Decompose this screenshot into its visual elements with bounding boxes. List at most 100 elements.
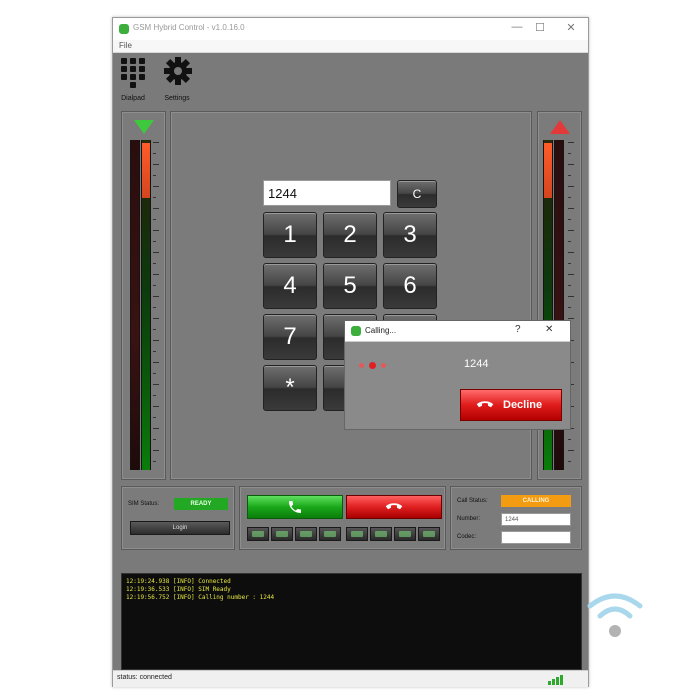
dialog-title-bar: Calling... ? ✕ [345,321,570,342]
mini-key-7[interactable] [394,527,416,541]
phone-app-icon [351,326,361,336]
log-line: 12:19:56.752 [INFO] Calling number : 124… [126,594,275,601]
key-1[interactable]: 1 [263,212,317,258]
sim-status-badge: READY [174,498,228,510]
call-number-field: 1244 [501,513,571,526]
key-3[interactable]: 3 [383,212,437,258]
call-status-panel: Call Status: CALLING Number: 1244 Codec: [450,486,582,550]
mini-key-1[interactable] [247,527,269,541]
meter-tick [153,252,159,253]
hangup-icon [385,503,403,510]
codec-label: Codec: [457,534,477,540]
meter-tick [568,153,571,154]
number-label: Number: [457,516,481,522]
key-6[interactable]: 6 [383,263,437,309]
window-title: GSM Hybrid Control - v1.0.16.0 [133,23,245,32]
key-7[interactable]: 7 [263,314,317,360]
input-level-panel [121,111,166,480]
minimize-button[interactable]: — [509,21,525,33]
calling-dialog: Calling... ? ✕ 1244 Decline [344,320,571,430]
close-button[interactable]: ✕ [563,21,579,34]
meter-tick [568,208,574,209]
mini-key-2[interactable] [271,527,293,541]
menu-file[interactable]: File [119,41,132,50]
mini-key-3[interactable] [295,527,317,541]
meter-tick [153,219,156,220]
codec-field [501,531,571,544]
meter-tick [568,175,571,176]
settings-button[interactable]: Settings [157,56,197,102]
log-line: 12:19:24.938 [INFO] Connected [126,578,231,585]
dialog-close-button[interactable]: ✕ [545,324,553,335]
mini-key-4[interactable] [319,527,341,541]
call-buttons-panel [239,486,446,550]
key-5[interactable]: 5 [323,263,377,309]
meter-tick [568,230,574,231]
keypad-icon [121,58,145,88]
call-status-label: Call Status: [457,498,488,504]
maximize-button[interactable]: ☐ [532,21,548,34]
meter-tick [153,417,156,418]
meter-tick [153,274,159,275]
settings-label: Settings [164,95,190,102]
mini-key-6[interactable] [370,527,392,541]
arrow-up-icon [550,120,570,134]
meter-tick [568,285,571,286]
meter-tick [153,142,159,143]
log-line: 12:19:36.533 [INFO] SIM Ready [126,586,231,593]
meter-tick [568,263,571,264]
key-4[interactable]: 4 [263,263,317,309]
meter-tick [568,318,574,319]
meter-tick [153,186,159,187]
meter-tick [153,285,156,286]
meter-tick [153,241,156,242]
meter-tick [153,428,159,429]
login-button[interactable]: Login [130,521,230,535]
status-bar: status: connected [113,670,588,687]
title-bar: GSM Hybrid Control - v1.0.16.0 — ☐ ✕ [113,18,588,40]
menu-bar: File [113,40,588,53]
meter-tick [153,395,156,396]
key-star[interactable]: * [263,365,317,411]
meter-tick [568,439,571,440]
input-level-meter-right [141,140,151,470]
meter-tick [568,461,571,462]
dialog-title: Calling... [365,326,397,335]
meter-tick [153,164,159,165]
meter-tick [568,296,574,297]
input-level-meter [130,140,140,470]
clear-button[interactable]: C [397,180,437,208]
meter-tick [568,186,574,187]
signal-icon [548,675,563,685]
meter-tick [153,340,159,341]
meter-tick [153,406,159,407]
meter-tick [153,318,159,319]
dialog-number: 1244 [464,358,489,370]
meter-tick [153,296,159,297]
sim-status-label: SIM Status: [128,501,160,507]
gear-icon [164,57,192,85]
meter-tick [153,307,156,308]
help-button[interactable]: ? [515,324,521,335]
calling-indicator [359,362,389,369]
meter-tick [568,241,571,242]
app-window: GSM Hybrid Control - v1.0.16.0 — ☐ ✕ Fil… [112,17,589,687]
meter-tick [568,307,571,308]
meter-tick [153,153,156,154]
toolbar: Dialpad Settings [113,53,588,105]
wifi-icon [587,593,643,637]
mini-key-8[interactable] [418,527,440,541]
meter-tick [568,450,574,451]
phone-icon [289,501,301,513]
arrow-down-icon [134,120,154,134]
answer-button[interactable] [247,495,343,519]
meter-tick [568,142,574,143]
number-input[interactable]: 1244 [263,180,391,206]
key-2[interactable]: 2 [323,212,377,258]
meter-tick [568,164,574,165]
hangup-button[interactable] [346,495,442,519]
meter-tick [153,439,156,440]
decline-button[interactable]: Decline [460,389,562,421]
dialpad-button[interactable]: Dialpad [113,56,153,102]
mini-key-5[interactable] [346,527,368,541]
